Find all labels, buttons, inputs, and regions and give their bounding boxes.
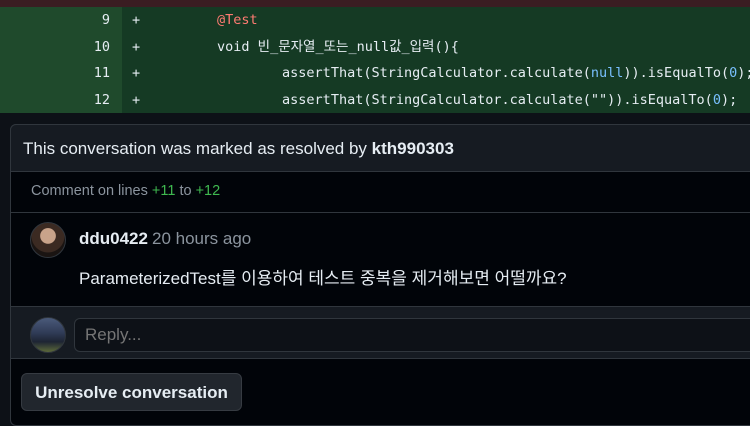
line-number[interactable]: 10 <box>0 33 122 60</box>
diff-top-strip <box>0 0 750 7</box>
diff-line: 10 + void 빈_문자열_또는_null값_입력(){ <box>0 33 750 60</box>
line-start[interactable]: +11 <box>152 183 176 199</box>
code-token: ); <box>737 65 750 81</box>
code-token: assertThat(StringCalculator.calculate(""… <box>282 91 713 108</box>
line-number[interactable]: 11 <box>0 60 122 87</box>
code-line: + @Test <box>122 7 750 34</box>
code-token: 0 <box>712 91 721 108</box>
divider <box>11 212 750 213</box>
diff-line: 11 + assertThat(StringCalculator.calculat… <box>0 60 750 87</box>
diff-added-marker: + <box>132 38 141 55</box>
lines-prefix: Comment on lines <box>31 183 148 199</box>
code-token: assertThat(StringCalculator.calculate( <box>282 65 591 81</box>
comment-author[interactable]: ddu0422 <box>79 229 148 249</box>
line-end[interactable]: +12 <box>196 183 221 199</box>
code-token: void 빈_문자열_또는_null값_입력(){ <box>217 38 459 55</box>
diff-added-marker: + <box>132 65 141 81</box>
unresolve-conversation-button[interactable]: Unresolve conversation <box>21 373 242 411</box>
code-token: @Test <box>217 12 258 28</box>
line-number[interactable]: 12 <box>0 86 122 113</box>
comment-timestamp[interactable]: 20 hours ago <box>152 229 251 249</box>
diff-added-marker: + <box>132 12 141 28</box>
code-token: ); <box>720 91 738 108</box>
code-line: + void 빈_문자열_또는_null값_입력(){ <box>122 33 750 60</box>
comment-lines-info: Comment on lines +11 to +12 <box>31 183 220 199</box>
code-token: null <box>590 65 624 81</box>
resolved-banner: This conversation was marked as resolved… <box>10 124 750 172</box>
lines-to: to <box>179 183 192 199</box>
resolved-by-user[interactable]: kth990303 <box>372 139 454 158</box>
diff-line: 9 + @Test <box>0 7 750 34</box>
reply-input[interactable] <box>74 318 750 352</box>
code-token: )).isEqualTo( <box>623 65 730 81</box>
divider <box>11 358 750 359</box>
resolved-text: This conversation was marked as resolved… <box>23 139 367 158</box>
code-line: + assertThat(StringCalculator.calculate(… <box>122 60 750 87</box>
code-line: + assertThat(StringCalculator.calculate(… <box>122 86 750 113</box>
line-number[interactable]: 9 <box>0 7 122 34</box>
avatar[interactable] <box>30 222 66 258</box>
comment-body: ParameterizedTest를 이용하여 테스트 중복을 제거해보면 어떨… <box>79 269 567 288</box>
diff-view: 9 + @Test 10 + void 빈_문자열_또는_null값_입력(){11 +… <box>0 7 750 113</box>
code-token: 0 <box>729 65 738 81</box>
current-user-avatar <box>30 317 66 353</box>
diff-added-marker: + <box>132 91 141 108</box>
diff-line: 12 + assertThat(StringCalculator.calculat… <box>0 86 750 113</box>
